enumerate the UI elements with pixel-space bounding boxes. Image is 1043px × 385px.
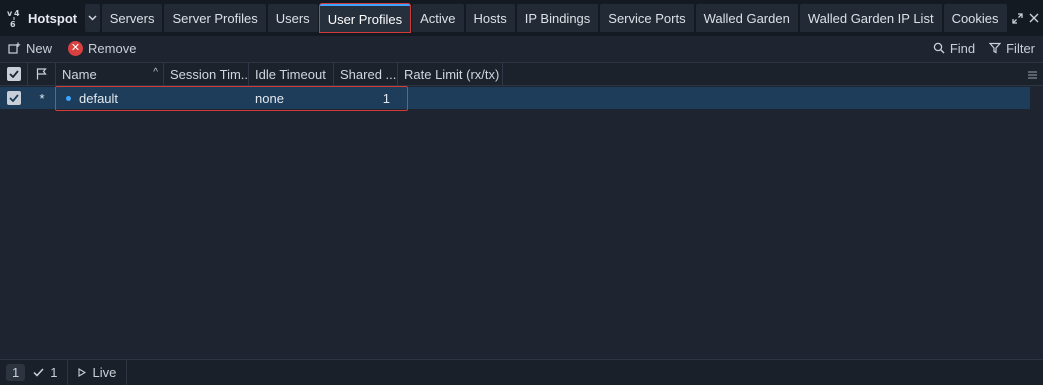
selected-count: 1 — [33, 365, 57, 380]
tab-label: Hosts — [473, 10, 507, 26]
tab-label: User Profiles — [327, 11, 403, 27]
column-header-shared-users[interactable]: Shared ... — [334, 63, 398, 85]
table-header: Name ^ Session Tim... Idle Timeout Share… — [0, 62, 1043, 86]
status-bar: 1 1 Live — [0, 359, 1043, 385]
cell-session-timeout — [164, 87, 249, 109]
tab-hosts[interactable]: Hosts — [465, 4, 515, 32]
column-header-label: Idle Timeout — [255, 66, 326, 82]
filter-icon — [989, 42, 1002, 54]
detach-window-button[interactable] — [1009, 0, 1026, 36]
cell-idle-timeout: none — [255, 90, 284, 106]
new-item-icon — [8, 42, 21, 54]
app-title: v 4 6 Hotspot — [0, 0, 85, 36]
column-header-session-timeout[interactable]: Session Tim... — [164, 63, 249, 85]
tab-label: Users — [275, 10, 310, 26]
vertical-scrollbar[interactable] — [1030, 87, 1043, 357]
svg-text:6: 6 — [10, 20, 16, 28]
tab-overflow-dropdown[interactable] — [85, 4, 100, 32]
checkmark-icon — [8, 70, 19, 78]
find-button-label: Find — [949, 40, 976, 56]
checkmark-icon — [9, 94, 19, 102]
selected-count-value: 1 — [50, 365, 58, 380]
live-toggle-button[interactable]: Live — [78, 365, 116, 380]
tab-cookies[interactable]: Cookies — [943, 4, 1007, 32]
column-menu-button[interactable] — [1028, 67, 1037, 82]
tab-label: Cookies — [951, 10, 999, 26]
column-header-idle-timeout[interactable]: Idle Timeout — [249, 63, 334, 85]
table-row[interactable]: * default none 1 — [0, 87, 1030, 109]
checkbox — [7, 91, 21, 105]
filter-button[interactable]: Filter — [989, 41, 1035, 56]
remove-button[interactable]: ✕ Remove — [68, 40, 137, 56]
status-separator — [67, 359, 69, 385]
flag-column-header[interactable] — [28, 63, 56, 85]
remove-button-label: Remove — [88, 40, 137, 56]
tab-label: Walled Garden — [703, 10, 790, 26]
tab-walled-garden[interactable]: Walled Garden — [695, 4, 798, 32]
column-header-name[interactable]: Name ^ — [56, 63, 164, 85]
search-icon — [933, 42, 945, 54]
tab-active[interactable]: Active — [412, 4, 464, 32]
tab-users[interactable]: Users — [267, 4, 318, 32]
status-separator — [126, 359, 128, 385]
column-header-label: Shared ... — [340, 66, 397, 82]
sort-ascending-icon: ^ — [153, 67, 158, 78]
close-icon — [1029, 13, 1039, 23]
row-flag: * — [39, 90, 45, 106]
tab-label: Servers — [109, 10, 155, 26]
tab-bar: v 4 6 Hotspot Servers Server Profiles Us… — [0, 0, 1043, 36]
cell-name-value: default — [79, 90, 119, 106]
column-header-label: Name — [62, 66, 97, 82]
filter-button-label: Filter — [1006, 40, 1035, 56]
remove-icon: ✕ — [68, 40, 84, 56]
tab-service-ports[interactable]: Service Ports — [600, 4, 694, 32]
total-count-badge: 1 — [6, 364, 26, 381]
toolbar: New ✕ Remove Find Filter — [0, 36, 1043, 60]
hamburger-menu-icon — [1028, 71, 1037, 78]
expand-arrows-icon — [1011, 12, 1023, 24]
svg-text:v: v — [7, 9, 13, 18]
tab-server-profiles[interactable]: Server Profiles — [164, 4, 266, 32]
new-button[interactable]: New — [8, 41, 52, 56]
new-button-label: New — [26, 40, 53, 56]
flag-icon — [36, 68, 47, 80]
cell-shared-users: 1 — [382, 90, 390, 106]
cell-rate-limit — [398, 87, 503, 109]
close-window-button[interactable] — [1026, 0, 1043, 36]
tab-label: Server Profiles — [172, 10, 258, 26]
tab-label: Service Ports — [608, 10, 686, 26]
enabled-dot-icon — [66, 95, 71, 101]
checkbox — [6, 67, 21, 81]
find-button[interactable]: Find — [933, 41, 975, 56]
routeros-v6-logo-icon: v 4 6 — [7, 9, 20, 28]
tab-ip-bindings[interactable]: IP Bindings — [516, 4, 599, 32]
play-icon — [78, 368, 87, 377]
app-title-label: Hotspot — [28, 10, 78, 26]
tab-servers[interactable]: Servers — [101, 4, 163, 32]
select-all-checkbox[interactable] — [0, 63, 28, 85]
tab-user-profiles[interactable]: User Profiles — [319, 4, 411, 32]
toolbar-right: Find Filter — [933, 41, 1035, 56]
row-checkbox[interactable] — [0, 87, 28, 109]
tab-label: Walled Garden IP List — [807, 10, 934, 26]
column-header-rate-limit[interactable]: Rate Limit (rx/tx) — [398, 63, 503, 85]
check-icon — [33, 368, 44, 377]
svg-text:4: 4 — [14, 9, 20, 18]
chevron-down-icon — [88, 15, 97, 21]
column-header-label: Session Tim... — [170, 66, 249, 82]
column-header-label: Rate Limit (rx/tx) — [404, 66, 500, 82]
tab-walled-garden-ip-list[interactable]: Walled Garden IP List — [799, 4, 942, 32]
tab-label: IP Bindings — [524, 10, 591, 26]
live-label: Live — [92, 365, 117, 380]
cell-name: default — [56, 87, 164, 109]
tab-label: Active — [420, 10, 456, 26]
